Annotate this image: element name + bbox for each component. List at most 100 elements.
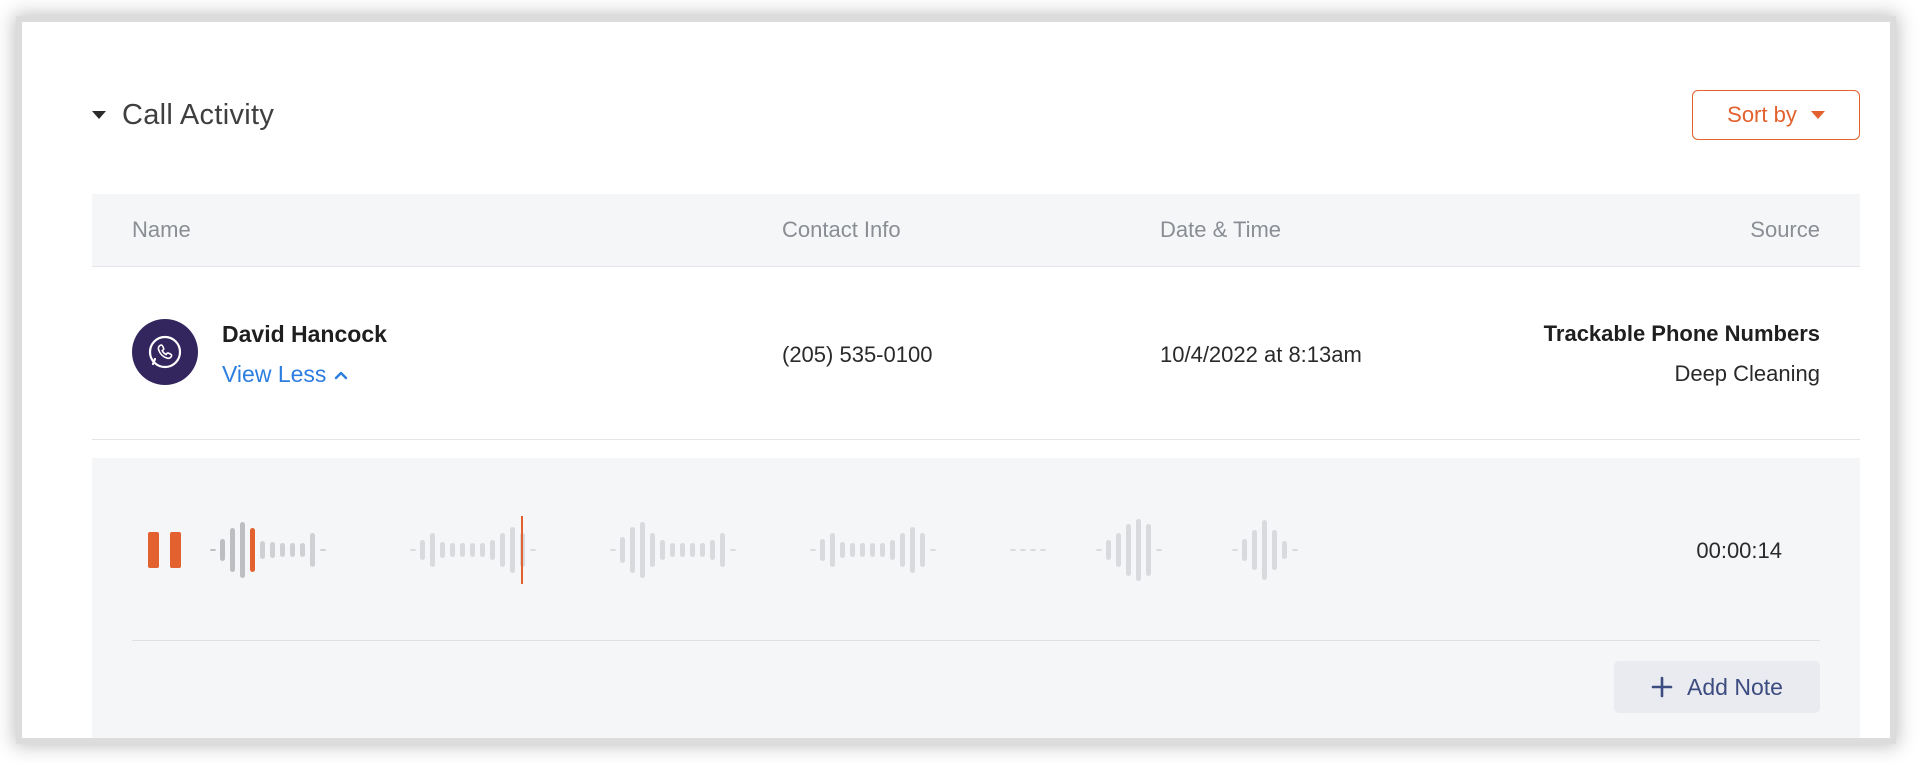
column-header-datetime: Date & Time	[1160, 217, 1282, 242]
sort-by-button[interactable]: Sort by	[1692, 90, 1860, 140]
waveform-bar	[230, 528, 235, 572]
waveform-bar	[310, 533, 315, 567]
waveform-bar	[500, 533, 505, 567]
waveform-bar	[1116, 533, 1121, 567]
waveform-bar	[440, 542, 445, 558]
waveform-bar	[270, 542, 275, 558]
waveform-bar	[470, 543, 475, 557]
waveform-bar	[240, 522, 245, 578]
waveform-bar	[620, 537, 625, 563]
waveform-bar	[1040, 549, 1046, 551]
waveform-bar	[480, 543, 485, 557]
waveform-bar	[1252, 530, 1257, 570]
waveform-bar	[860, 543, 865, 557]
caret-down-icon[interactable]	[92, 111, 106, 119]
audio-waveform[interactable]	[92, 458, 1890, 658]
waveform-bar	[1126, 524, 1131, 576]
source-title: Trackable Phone Numbers	[1543, 321, 1820, 346]
add-note-button[interactable]: Add Note	[1614, 661, 1820, 713]
waveform-bar	[640, 522, 645, 578]
waveform-bar	[210, 549, 216, 551]
waveform-bar	[870, 543, 875, 557]
waveform-bar	[490, 540, 495, 560]
waveform-bar	[910, 527, 915, 573]
waveform-bar	[1030, 549, 1036, 551]
waveform-bar	[730, 549, 736, 551]
waveform-bar	[290, 543, 295, 557]
column-header-source: Source	[1750, 217, 1820, 242]
waveform-bar	[460, 543, 465, 557]
waveform-bar	[610, 549, 616, 551]
waveform-bar	[320, 549, 326, 551]
waveform-bar	[300, 543, 305, 557]
waveform-bar	[1156, 549, 1162, 551]
view-less-link[interactable]: View Less	[222, 361, 348, 388]
waveform-bar	[410, 549, 416, 551]
waveform-bar	[1232, 549, 1238, 551]
waveform-bar	[420, 540, 425, 560]
waveform-bar	[710, 540, 715, 560]
section-title: Call Activity	[122, 98, 275, 131]
waveform-bar	[830, 533, 835, 567]
waveform-bar	[1010, 549, 1016, 551]
waveform-bar	[280, 543, 285, 557]
sort-by-label: Sort by	[1727, 102, 1797, 127]
window: Call Activity Sort by Name Contact Info …	[22, 22, 1890, 738]
waveform-bar	[430, 533, 435, 567]
waveform-bar	[260, 541, 265, 559]
page: Call Activity Sort by Name Contact Info …	[0, 0, 1924, 764]
waveform-bar	[700, 543, 705, 557]
waveform-bar	[920, 533, 925, 567]
waveform-bar	[1242, 539, 1247, 561]
audio-player: 00:00:14 Add Note	[92, 458, 1860, 738]
waveform-bar	[1292, 549, 1298, 551]
caret-down-icon	[1810, 111, 1825, 119]
waveform-bar	[650, 533, 655, 567]
phone-icon	[148, 335, 182, 369]
waveform-bar	[690, 543, 695, 557]
waveform-bar	[840, 542, 845, 558]
waveform-bar	[1272, 530, 1277, 570]
waveform-bar	[670, 543, 675, 557]
waveform-bar	[890, 540, 895, 560]
waveform-bar	[1106, 540, 1111, 560]
waveform-bar	[1136, 519, 1141, 581]
waveform-bar	[250, 528, 255, 572]
plus-icon	[1651, 676, 1673, 698]
waveform-bar	[220, 539, 225, 561]
waveform-bar	[850, 543, 855, 557]
waveform-bar	[1020, 549, 1026, 551]
waveform-bar	[510, 527, 515, 573]
waveform-bar	[1262, 520, 1267, 580]
avatar	[132, 319, 198, 385]
view-less-label: View Less	[222, 361, 327, 387]
waveform-bar	[930, 549, 936, 551]
waveform-bar	[1146, 524, 1151, 576]
section-header[interactable]: Call Activity	[92, 87, 274, 143]
caller-name: David Hancock	[222, 321, 387, 347]
divider	[132, 640, 1820, 641]
waveform-bar	[450, 543, 455, 557]
waveform-bar	[1282, 541, 1287, 559]
waveform-bar	[810, 549, 816, 551]
call-datetime: 10/4/2022 at 8:13am	[1160, 342, 1362, 367]
add-note-label: Add Note	[1687, 673, 1783, 700]
waveform-bar	[530, 549, 536, 551]
waveform-bar	[900, 533, 905, 567]
source-subtitle: Deep Cleaning	[1674, 361, 1820, 386]
playhead-marker[interactable]	[521, 516, 523, 584]
waveform-bar	[630, 527, 635, 573]
playback-time: 00:00:14	[1696, 538, 1782, 563]
call-activity-card: Call Activity Sort by Name Contact Info …	[36, 30, 1878, 738]
waveform-bar	[720, 533, 725, 567]
chevron-up-icon	[335, 371, 348, 379]
waveform-bar	[880, 543, 885, 557]
contact-info: (205) 535-0100	[782, 342, 933, 367]
waveform-bar	[680, 543, 685, 557]
waveform-bar	[820, 539, 825, 561]
waveform-bar	[1096, 549, 1102, 551]
waveform-bar	[660, 540, 665, 560]
table-header: Name Contact Info Date & Time Source	[92, 194, 1860, 267]
column-header-name: Name	[132, 217, 191, 242]
table-row[interactable]: David Hancock View Less (205) 535-0100 1…	[92, 267, 1860, 440]
